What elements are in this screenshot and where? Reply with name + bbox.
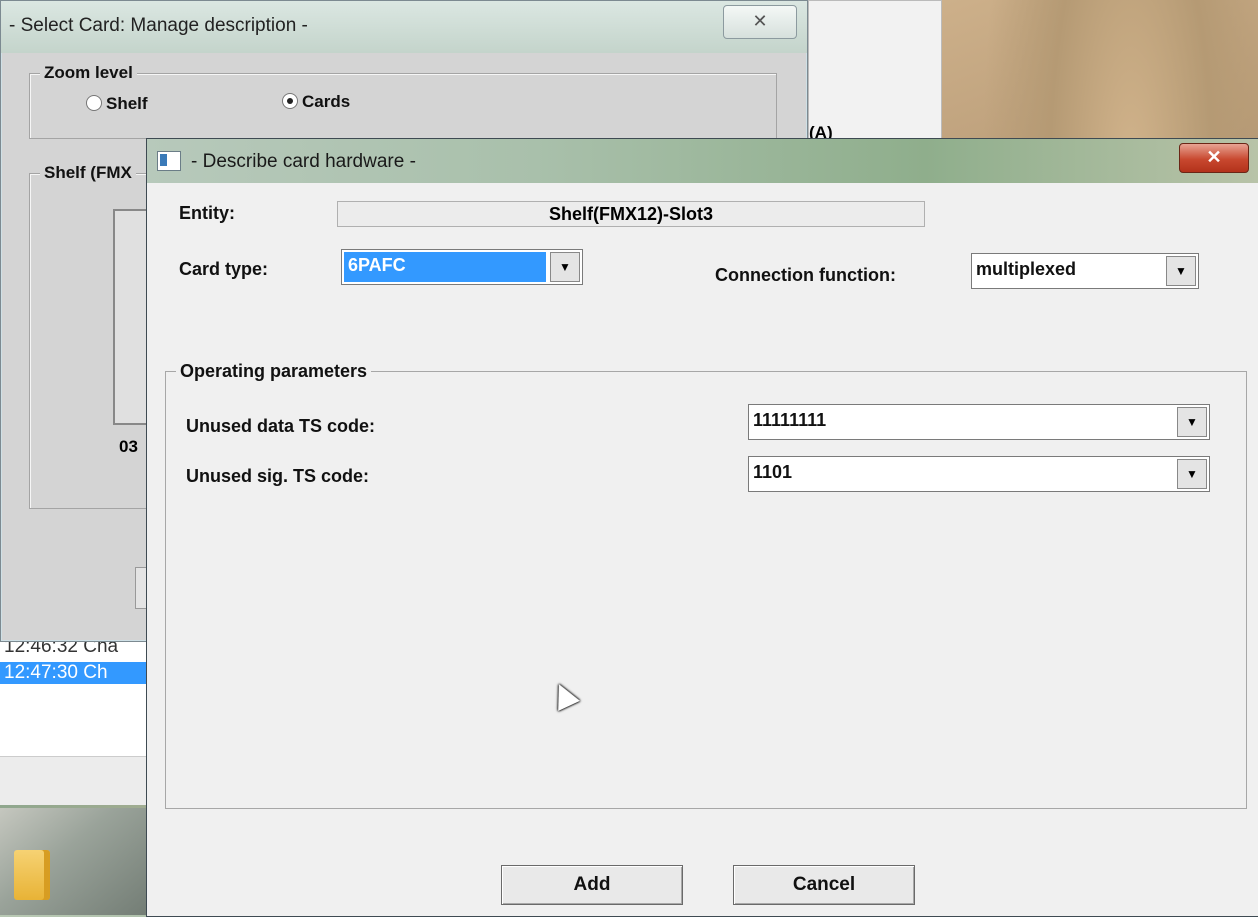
radio-shelf-label: Shelf (106, 94, 148, 113)
radio-shelf[interactable]: Shelf (86, 94, 148, 114)
slot-number: 03 (119, 437, 138, 456)
operating-parameters-group: Operating parameters Unused data TS code… (165, 361, 1247, 809)
dialog-titlebar[interactable]: - Describe card hardware - ✕ (147, 139, 1258, 183)
cancel-button[interactable]: Cancel (733, 865, 915, 905)
select-card-titlebar[interactable]: - Select Card: Manage description - ✕ (1, 1, 807, 53)
background-panel: (A) (808, 0, 942, 147)
folder-icon[interactable] (14, 850, 50, 900)
add-button[interactable]: Add (501, 865, 683, 905)
unused-sig-ts-select[interactable]: 1101 ▼ (748, 456, 1210, 492)
shelf-group-label: Shelf (FMX (40, 163, 136, 183)
zoom-level-group: Zoom level Shelf Cards (29, 63, 777, 139)
log-row-selected[interactable]: 12:47:30 Ch (0, 662, 160, 684)
close-icon[interactable]: ✕ (1179, 143, 1249, 173)
card-type-value: 6PAFC (344, 252, 546, 282)
chevron-down-icon[interactable]: ▼ (1166, 256, 1196, 286)
chevron-down-icon[interactable]: ▼ (1177, 407, 1207, 437)
unused-sig-ts-value: 1101 (753, 462, 793, 482)
unused-sig-ts-label: Unused sig. TS code: (186, 466, 370, 486)
chevron-down-icon[interactable]: ▼ (550, 252, 580, 282)
connection-function-label: Connection function: (715, 265, 896, 285)
dialog-title: - Describe card hardware - (191, 151, 416, 172)
close-icon[interactable]: ✕ (723, 5, 797, 39)
unused-data-ts-select[interactable]: 11111111 ▼ (748, 404, 1210, 440)
describe-card-dialog: - Describe card hardware - ✕ Entity: She… (146, 138, 1258, 917)
app-icon (157, 151, 181, 171)
zoom-level-label: Zoom level (40, 63, 137, 83)
radio-on-icon (282, 93, 298, 109)
unused-data-ts-value: 11111111 (753, 410, 827, 430)
horizontal-scrollbar[interactable] (0, 756, 160, 805)
radio-cards[interactable]: Cards (282, 92, 350, 112)
entity-field: Shelf(FMX12)-Slot3 (337, 201, 925, 227)
connection-function-value: multiplexed (976, 259, 1077, 279)
connection-function-select[interactable]: multiplexed ▼ (971, 253, 1199, 289)
card-type-select[interactable]: 6PAFC ▼ (341, 249, 583, 285)
event-log-panel: 12:46:32 Cha 12:47:30 Ch (0, 636, 161, 805)
radio-off-icon (86, 95, 102, 111)
chevron-down-icon[interactable]: ▼ (1177, 459, 1207, 489)
card-type-label: Card type: (179, 259, 269, 279)
unused-data-ts-label: Unused data TS code: (186, 416, 376, 436)
radio-cards-label: Cards (302, 92, 351, 111)
operating-parameters-label: Operating parameters (176, 361, 372, 382)
entity-label: Entity: (179, 203, 235, 223)
select-card-title: - Select Card: Manage description - (9, 15, 308, 36)
